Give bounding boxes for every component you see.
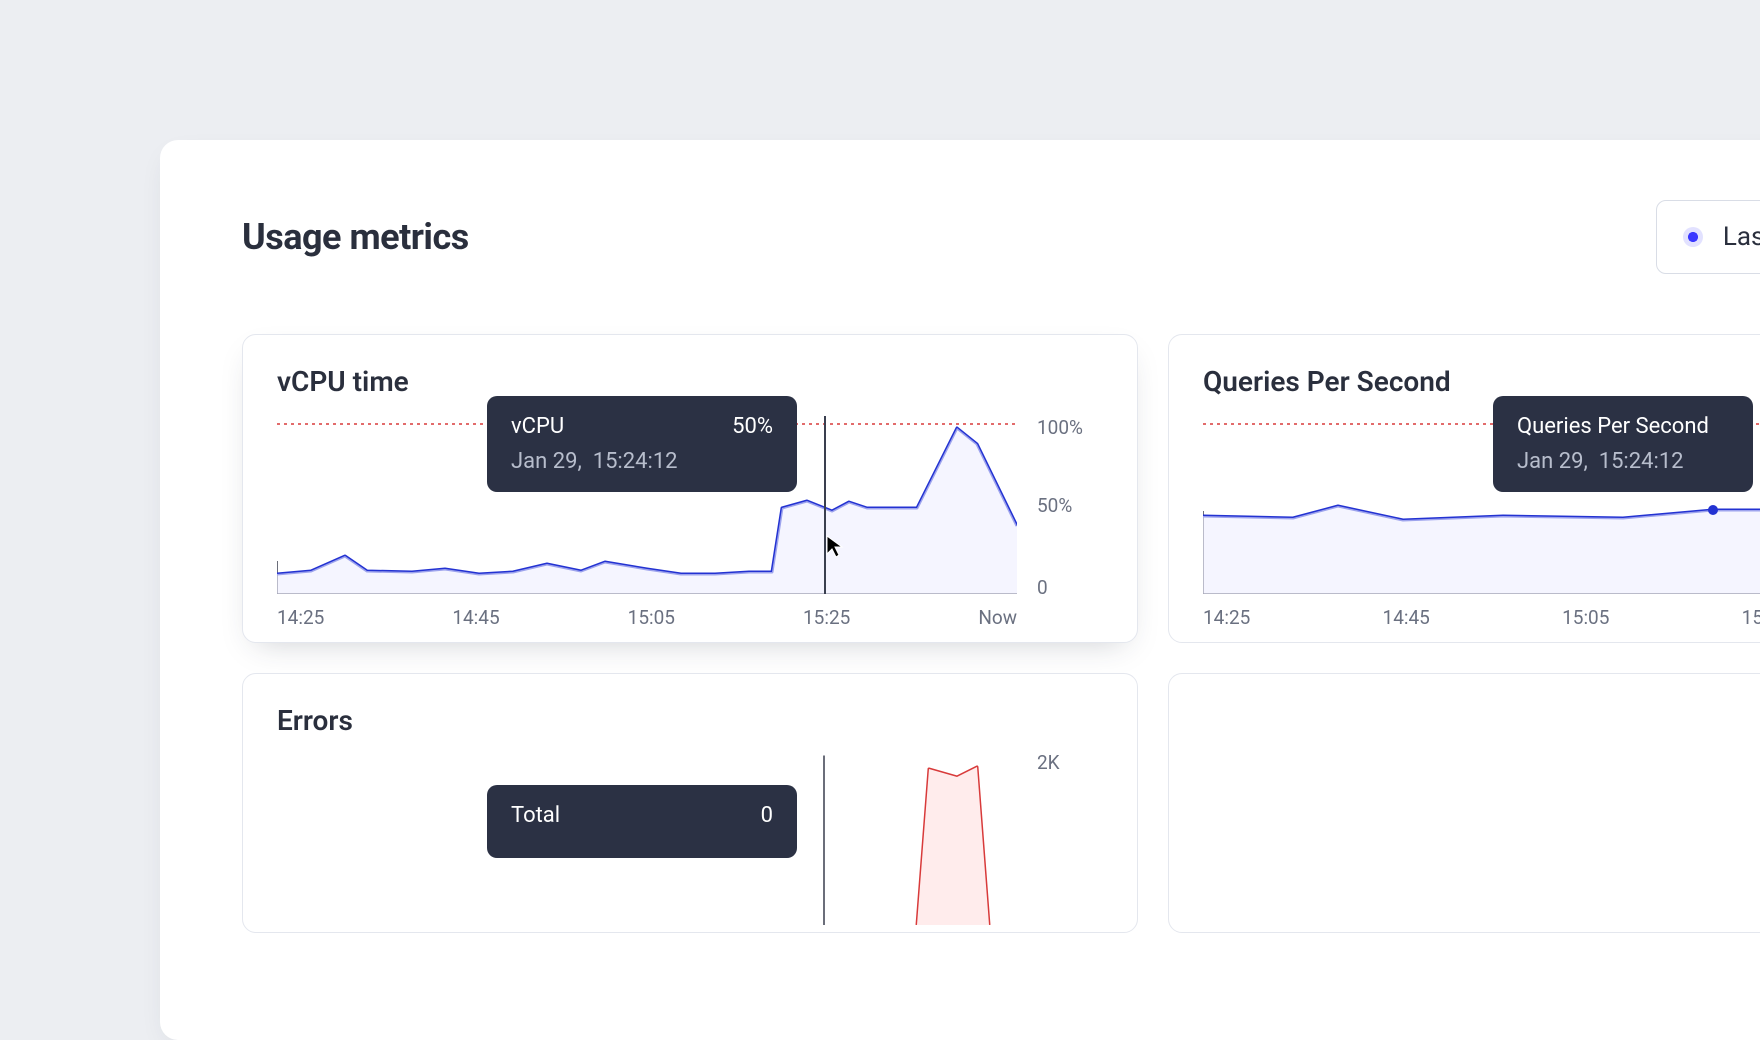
page-title: Usage metrics: [242, 216, 469, 258]
tooltip-time: 15:24:12: [593, 449, 678, 474]
tooltip-metric-label: vCPU: [511, 414, 564, 439]
x-tick: 15:05: [628, 606, 675, 629]
card-title: Errors: [277, 704, 1103, 737]
x-tick: 14:45: [1383, 606, 1430, 629]
x-tick: 14:45: [452, 606, 499, 629]
card-queries-per-second: Queries Per Second 14:25 14:45 15:0: [1168, 334, 1760, 643]
page-header: Usage metrics Last hour Aver: [242, 200, 1760, 274]
x-axis-labels: 14:25 14:45 15:05 15: [1203, 606, 1760, 629]
tooltip-time: 15:24:12: [1599, 449, 1684, 474]
y-tick: 100%: [1037, 416, 1083, 439]
y-tick: 2K: [1037, 751, 1060, 774]
y-axis-labels: 100% 50% 0: [1037, 416, 1137, 594]
x-tick: 15: [1742, 606, 1760, 629]
x-tick: Now: [978, 606, 1017, 629]
tooltip-date: Jan 29,: [511, 449, 582, 474]
x-tick: 15:25: [803, 606, 850, 629]
chart-tooltip: Queries Per Second Jan 29, 15:24:12: [1493, 396, 1753, 492]
tooltip-metric-value: 50%: [732, 414, 773, 439]
cards-row-1: vCPU time 100% 50% 0: [242, 334, 1760, 643]
x-tick: 14:25: [1203, 606, 1250, 629]
card-vcpu-time: vCPU time 100% 50% 0: [242, 334, 1138, 643]
card-secondary: [1168, 673, 1760, 933]
cards-row-2: Errors 2K Total 0: [242, 673, 1760, 933]
chart-qps[interactable]: 14:25 14:45 15:05 15 Queries Per Second …: [1203, 416, 1760, 616]
card-title: Queries Per Second: [1203, 365, 1760, 398]
tooltip-metric-label: Total: [511, 803, 560, 828]
y-axis-labels: 2K: [1037, 755, 1137, 925]
tooltip-metric-value: 0: [761, 803, 773, 828]
chart-vcpu[interactable]: 100% 50% 0 14:25 14:45 15:05 15:25 Now v…: [277, 416, 1103, 616]
chart-tooltip: vCPU 50% Jan 29, 15:24:12: [487, 396, 797, 492]
chart-tooltip: Total 0: [487, 785, 797, 858]
tooltip-metric-label: Queries Per Second: [1517, 414, 1709, 439]
controls-bar: Last hour Aver: [1656, 200, 1760, 274]
y-tick: 0: [1037, 576, 1048, 599]
timerange-dropdown[interactable]: Last hour: [1656, 200, 1760, 274]
dashboard-panel: Usage metrics Last hour Aver vCPU time: [160, 140, 1760, 1040]
x-tick: 14:25: [277, 606, 324, 629]
card-title: vCPU time: [277, 365, 1103, 398]
live-indicator-icon: [1683, 227, 1703, 247]
x-axis-labels: 14:25 14:45 15:05 15:25 Now: [277, 606, 1017, 629]
tooltip-date: Jan 29,: [1517, 449, 1588, 474]
card-errors: Errors 2K Total 0: [242, 673, 1138, 933]
chart-errors[interactable]: 2K Total 0: [277, 755, 1103, 925]
y-tick: 50%: [1037, 494, 1072, 517]
timerange-label: Last hour: [1723, 222, 1760, 252]
x-tick: 15:05: [1562, 606, 1609, 629]
